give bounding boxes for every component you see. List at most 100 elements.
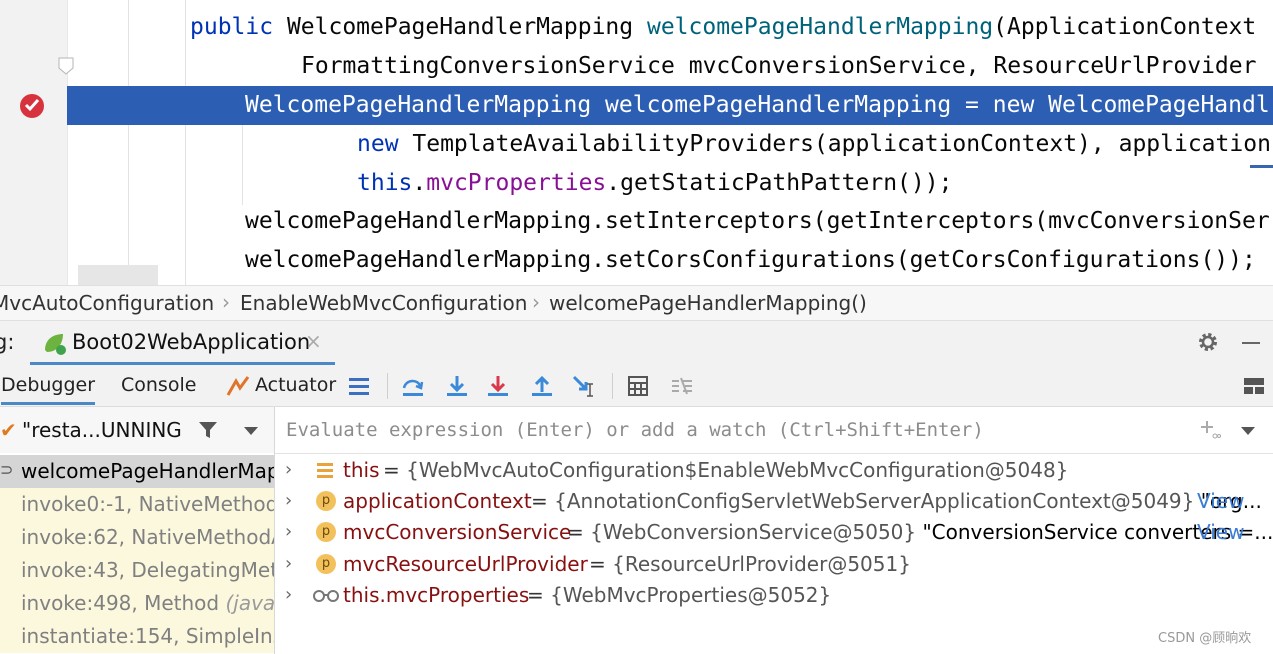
- chevron-right-icon[interactable]: ›: [285, 584, 292, 605]
- field-list-icon: [317, 463, 333, 478]
- chevron-right-icon[interactable]: ›: [285, 490, 292, 511]
- code-line-text: public WelcomePageHandlerMapping welcome…: [190, 12, 1256, 42]
- code-token: mvcProperties: [426, 170, 607, 196]
- stack-frame[interactable]: invoke:62, NativeMethodA: [0, 521, 275, 554]
- tab-debugger[interactable]: Debugger: [1, 374, 96, 405]
- code-editor[interactable]: public WelcomePageHandlerMapping welcome…: [0, 0, 1273, 285]
- close-icon[interactable]: ×: [305, 329, 322, 353]
- frame-label: invoke:62, NativeMethodA: [21, 525, 275, 549]
- code-token: public: [190, 14, 287, 40]
- tab-console[interactable]: Console: [121, 374, 196, 396]
- code-token: .: [412, 170, 427, 196]
- chevron-down-icon[interactable]: [244, 427, 258, 435]
- variable-row[interactable]: › p mvcConversionService = {WebConversio…: [275, 517, 1273, 548]
- debug-label: g:: [0, 330, 15, 354]
- code-line[interactable]: public WelcomePageHandlerMapping welcome…: [0, 8, 1273, 47]
- session-name: Boot02WebApplication: [72, 330, 311, 354]
- code-line[interactable]: new TemplateAvailabilityProviders(applic…: [0, 125, 1273, 164]
- breadcrumb-item[interactable]: MvcAutoConfiguration: [0, 291, 214, 315]
- code-line-text: welcomePageHandlerMapping.setCorsConfigu…: [245, 245, 1256, 275]
- view-link[interactable]: View: [1197, 489, 1244, 513]
- debugger-toolbar: Debugger Console Actuator: [0, 365, 1273, 407]
- toolbar-separator: [612, 373, 613, 399]
- evaluate-placeholder: Evaluate expression (Enter) or add a wat…: [286, 419, 984, 441]
- code-line-text: WelcomePageHandlerMapping welcomePageHan…: [245, 90, 1270, 120]
- variable-value: = {AnnotationConfigServletWebServerAppli…: [531, 489, 1262, 513]
- current-frame-icon: ⊃: [0, 460, 14, 479]
- frame-label: instantiate:154, SimpleInsta: [21, 624, 274, 648]
- evaluate-expression-field[interactable]: Evaluate expression (Enter) or add a wat…: [275, 407, 1273, 454]
- variable-row[interactable]: › p mvcResourceUrlProvider = {ResourceUr…: [275, 549, 1273, 580]
- code-line-text: welcomePageHandlerMapping.setInterceptor…: [245, 206, 1270, 236]
- horizontal-scrollbar[interactable]: [78, 265, 158, 285]
- watermark: CSDN @顾晌欢: [1158, 631, 1252, 646]
- frame-label: invoke0:-1, NativeMethodA: [21, 492, 275, 516]
- variable-name: mvcConversionService: [343, 520, 572, 544]
- code-token: (ApplicationContext: [993, 14, 1257, 40]
- step-over-icon[interactable]: [401, 374, 425, 398]
- stack-frame[interactable]: ⊃ welcomePageHandlerMap: [0, 455, 275, 488]
- code-line[interactable]: welcomePageHandlerMapping.setInterceptor…: [0, 202, 1273, 241]
- variable-value: = {WebConversionService@5050} "Conversio…: [567, 520, 1273, 544]
- trace-current-stream-icon[interactable]: [670, 374, 694, 398]
- actuator-icon: [226, 376, 250, 396]
- variables-panel: Evaluate expression (Enter) or add a wat…: [275, 407, 1273, 654]
- frame-class: (java.l: [225, 591, 275, 615]
- step-out-icon[interactable]: [530, 374, 554, 398]
- force-step-into-icon[interactable]: [486, 374, 510, 398]
- variable-value: = {WebMvcProperties@5052}: [527, 583, 832, 607]
- chevron-down-icon[interactable]: [1241, 427, 1255, 435]
- thread-name: "resta...UNNING: [22, 418, 182, 442]
- stack-frame[interactable]: instantiate:154, SimpleInsta: [0, 620, 274, 653]
- tab-actuator[interactable]: Actuator: [255, 374, 336, 396]
- code-line[interactable]: FormattingConversionService mvcConversio…: [0, 47, 1273, 86]
- thread-selector[interactable]: ✔ "resta...UNNING: [0, 407, 274, 453]
- variable-row[interactable]: › this.mvcProperties = {WebMvcProperties…: [275, 580, 1273, 611]
- evaluate-expression-icon[interactable]: [626, 374, 650, 398]
- layout-settings-icon[interactable]: [1242, 374, 1266, 398]
- variable-row[interactable]: › p applicationContext = {AnnotationConf…: [275, 486, 1273, 517]
- step-into-icon[interactable]: [445, 374, 469, 398]
- frames-panel: ✔ "resta...UNNING ⊃ welcomePageHandlerMa…: [0, 407, 275, 654]
- breadcrumb-item[interactable]: welcomePageHandlerMapping(): [549, 291, 867, 315]
- code-token: welcomePageHandlerMapping.setInterceptor…: [245, 208, 1270, 234]
- minimize-icon[interactable]: [1242, 342, 1260, 344]
- error-stripe-mark: [1250, 165, 1273, 168]
- chevron-right-icon[interactable]: ›: [285, 459, 292, 480]
- layout-icon[interactable]: [347, 374, 371, 398]
- stack-frame[interactable]: invoke:43, DelegatingMeth: [0, 554, 274, 587]
- code-token: .getStaticPathPattern());: [606, 170, 953, 196]
- chevron-right-icon[interactable]: ›: [285, 553, 292, 574]
- check-icon: ✔: [0, 418, 17, 442]
- code-line[interactable]: welcomePageHandlerMapping.setCorsConfigu…: [0, 241, 1273, 280]
- code-token: welcomePageHandlerMapping.setCorsConfigu…: [245, 247, 1256, 273]
- breadcrumb-item[interactable]: EnableWebMvcConfiguration: [240, 291, 527, 315]
- toolbar-separator: [387, 373, 388, 399]
- variable-value: = {ResourceUrlProvider@5051}: [589, 552, 911, 576]
- filter-icon[interactable]: [198, 420, 218, 440]
- spring-leaf-icon: [45, 334, 66, 355]
- run-to-cursor-icon[interactable]: [572, 374, 596, 398]
- breadcrumb: MvcAutoConfiguration › EnableWebMvcConfi…: [0, 285, 1273, 321]
- variable-row[interactable]: › this = {WebMvcAutoConfiguration$Enable…: [275, 455, 1273, 486]
- add-watch-icon[interactable]: [1199, 419, 1221, 441]
- current-execution-line[interactable]: WelcomePageHandlerMapping welcomePageHan…: [67, 86, 1273, 125]
- breakpoint-icon[interactable]: [20, 94, 44, 118]
- frame-label: welcomePageHandlerMap: [21, 459, 275, 483]
- chevron-right-icon[interactable]: ›: [285, 521, 292, 542]
- code-line[interactable]: this.mvcProperties.getStaticPathPattern(…: [0, 164, 1273, 203]
- code-line-text: this.mvcProperties.getStaticPathPattern(…: [357, 168, 952, 198]
- tab-debug-session[interactable]: Boot02WebApplication ×: [30, 321, 335, 365]
- frame-label: invoke:498, Method (java.l: [21, 591, 275, 615]
- gear-icon[interactable]: [1196, 330, 1220, 354]
- stack-frame[interactable]: invoke0:-1, NativeMethodA: [0, 488, 275, 521]
- code-token: WelcomePageHandlerMapping welcomePageHan…: [245, 92, 1270, 118]
- code-token: FormattingConversionService mvcConversio…: [301, 53, 1257, 79]
- variable-name: mvcResourceUrlProvider: [343, 552, 588, 576]
- view-link[interactable]: View: [1197, 520, 1244, 544]
- stack-frame[interactable]: invoke:498, Method (java.l: [0, 587, 275, 620]
- chevron-right-icon: ›: [532, 290, 540, 314]
- code-token: WelcomePageHandlerMapping: [286, 14, 647, 40]
- debug-tool-window-header: g: Boot02WebApplication ×: [0, 321, 1273, 365]
- code-token: TemplateAvailabilityProviders(applicatio…: [412, 131, 1271, 157]
